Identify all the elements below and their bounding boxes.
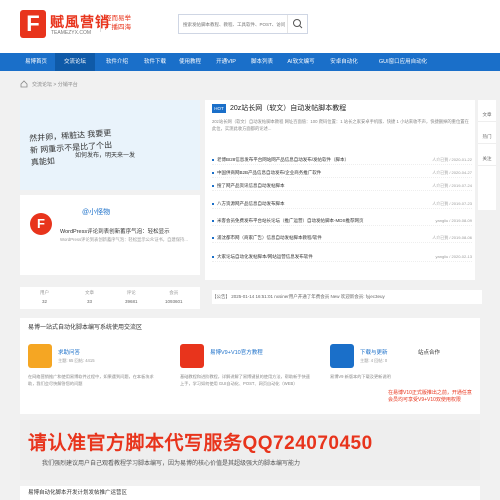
list-item[interactable]: 浦沈都市网（商家广告）信息自动发帖脚本教程/软件 人介已到 / 2019-08-0… xyxy=(212,232,472,243)
hot-badge: HOT xyxy=(212,104,226,113)
side-item-hot[interactable]: 热门 xyxy=(478,122,496,144)
author-avatar: F xyxy=(30,213,52,235)
site-stats: 用户 32 文章 33 评论 39681 会员 1093601 xyxy=(20,287,200,309)
forum-card-help[interactable]: 求助问答 主题: 65 回帖: 4415 在网络营销推广和使用易博软件过程中，如… xyxy=(28,344,158,408)
search-input[interactable] xyxy=(179,15,289,33)
list-item-title: 八方资源网产品信息自动发布脚本 xyxy=(217,201,285,206)
search-icon xyxy=(293,19,303,29)
card-title[interactable]: 下载与更新 xyxy=(360,348,388,356)
card-title[interactable]: 求助问答 xyxy=(58,348,80,356)
section-title: 易博一站式自动化脚本编写系统使用交流区 xyxy=(28,325,143,331)
search-button[interactable] xyxy=(287,15,307,33)
nav-scripts[interactable]: 脚本列表 xyxy=(244,53,280,71)
card-meta: 主题: 65 回帖: 4415 xyxy=(58,358,95,363)
service-banner[interactable]: 请认准官方脚本代写服务QQ724070450 我们强烈建议用户自己观看教程学习脚… xyxy=(20,420,480,480)
list-item-title: 浦沈都市网（商家广告）信息自动发帖脚本教程/软件 xyxy=(217,235,322,240)
forum-section: 易博一站式自动化脚本编写系统使用交流区 求助问答 主题: 65 回帖: 4415… xyxy=(20,318,480,414)
author-name[interactable]: @小怪物 xyxy=(82,207,110,217)
article-card[interactable]: F @小怪物 WordPress评论到表创新蓄序气泡：轻松显示 WordPres… xyxy=(20,195,200,275)
forum-card-tutorial[interactable]: 易博V9+V10官方教程 基础教程和进阶教程，详解讲解了易博键鼠的使用方法，帮助… xyxy=(180,344,310,408)
list-item-title: 大家论坛自动化发帖脚本/网站运营信息发布软件 xyxy=(217,254,313,259)
card-text: 基础教程和进阶教程，详解讲解了易博键鼠的使用方法，帮助新手快速上手，学习如何使用… xyxy=(180,374,310,386)
search-box xyxy=(178,14,308,34)
home-icon[interactable] xyxy=(20,80,28,88)
notice-bar: 【公告】 2025-01-14 16:51:01 nxsiner用户开通了年费会… xyxy=(212,290,482,304)
site-logo[interactable]: F 赋風营销 TEAMEZYX.COM 轻而易举 广播四海 xyxy=(20,10,160,40)
hot-headline[interactable]: 20z站长网（软文）自动发帖脚本教程 xyxy=(230,103,346,113)
list-item-date: 人介已到 / 2020-04-27 xyxy=(432,170,472,175)
main-nav: 易博首页 交流论坛 软件介绍 软件下载 使用教程 开通VIP 脚本列表 AI软文… xyxy=(0,53,500,71)
nav-ai-writing[interactable]: AI软文编写 xyxy=(280,53,322,71)
site-header: F 赋風营销 TEAMEZYX.COM 轻而易举 广播四海 xyxy=(0,0,500,53)
help-icon xyxy=(28,344,52,368)
hot-description: 20z站长网（软文）自动发帖脚本教程 网址百面值：100 爬码位置：1 站长之家… xyxy=(212,119,469,131)
list-item-date: yangliu / 2020-02-13 xyxy=(435,254,472,259)
nav-gui[interactable]: GUI窗口应用自动化 xyxy=(366,53,440,71)
site-partner-label: 站点合作 xyxy=(418,350,441,356)
slogan-line-1: 轻而易举 xyxy=(105,15,131,22)
stat-comments: 评论 39681 xyxy=(125,290,138,304)
slogan-line-2: 广播四海 xyxy=(105,24,131,31)
stat-articles: 文章 33 xyxy=(85,290,94,304)
breadcrumb[interactable]: 交流论坛 > 分销平台 xyxy=(32,81,78,88)
card-title[interactable]: 易博V9+V10官方教程 xyxy=(210,348,263,356)
logo-domain: TEAMEZYX.COM xyxy=(51,30,92,36)
side-toolbar: 文章 热门 关注 xyxy=(478,100,496,210)
monitor-icon xyxy=(180,344,204,368)
nav-vip[interactable]: 开通VIP xyxy=(208,53,244,71)
list-item[interactable]: 八方资源网产品信息自动发布脚本 人介已到 / 2019-07-23 xyxy=(212,198,472,209)
list-item[interactable]: 米客会员免费发布平台站长论坛（推广运营）自动发帖脚本-MDS推荐网页 yangli… xyxy=(212,215,472,226)
article-excerpt: WordPress评论到表创新蓄序气泡：轻松显示公众证书，自建保持... xyxy=(60,237,188,242)
list-item[interactable]: 老博BI28信息发布平台网站网产品信息自动发布/发帖软件（脚本） 人介已到 / 2… xyxy=(212,154,472,165)
side-item-follow[interactable]: 关注 xyxy=(478,144,496,166)
stat-users: 用户 32 xyxy=(40,290,49,304)
article-title[interactable]: WordPress评论到表创新蓄序气泡：轻松显示 xyxy=(60,227,170,235)
side-item-articles[interactable]: 文章 xyxy=(478,100,496,122)
download-icon xyxy=(330,344,354,368)
list-item-date: yangliu / 2019-08-09 xyxy=(435,218,472,223)
nav-tutorial[interactable]: 使用教程 xyxy=(172,53,208,71)
stat-members: 会员 1093601 xyxy=(165,290,183,304)
banner-headline: 请认准官方脚本代写服务QQ724070450 xyxy=(28,433,373,454)
logo-mark: F xyxy=(20,10,46,38)
nav-software-intro[interactable]: 软件介绍 xyxy=(98,53,136,71)
nav-forum[interactable]: 交流论坛 xyxy=(55,53,95,71)
promo-handwriting: 然并卵，稀脏达 我要更新 网重示不是比了个出真能如 xyxy=(28,128,113,168)
bottom-section-title[interactable]: 易博自动化脚本开发计划发帖推广运营区 xyxy=(20,486,480,500)
promo-image[interactable]: 然并卵，稀脏达 我要更新 网重示不是比了个出真能如 如何发布，明天来一发 xyxy=(20,100,200,190)
list-item[interactable]: 大家论坛自动化发帖脚本/网站运营信息发布软件 yangliu / 2020-02-… xyxy=(212,251,472,262)
list-item-title: 中国供商网B2B产品信息自动发布/企业商务推广软件 xyxy=(217,170,322,175)
card-meta: 主题: 4 回帖: 0 xyxy=(360,358,388,363)
list-item-title: 老博BI28信息发布平台网站网产品信息自动发布/发帖软件（脚本） xyxy=(217,157,350,162)
list-item-title: 米客会员免费发布平台站长论坛（推广运营）自动发帖脚本-MDS推荐网页 xyxy=(217,218,364,223)
banner-subtext: 我们强烈建议用户自己观看教程学习脚本编写，因为易博的核心价值是其超级强大的脚本编… xyxy=(42,461,301,467)
list-item-date: 人介已到 / 2020-01-22 xyxy=(432,157,472,162)
nav-download[interactable]: 软件下载 xyxy=(136,53,174,71)
list-item-date: 人介已到 / 2019-08-06 xyxy=(432,235,472,240)
list-item[interactable]: 搜了网产品资讯信息自动发帖脚本 人介已到 / 2019-07-24 xyxy=(212,180,472,191)
promo-subtext: 如何发布，明天来一发 xyxy=(75,153,136,159)
list-item-date: 人介已到 / 2019-07-23 xyxy=(432,201,472,206)
list-item[interactable]: 中国供商网B2B产品信息自动发布/企业商务推广软件 人介已到 / 2020-04-… xyxy=(212,167,472,178)
vip-promo[interactable]: 在易博V10正式版推出之前，开通任意会员均可享受V9+V10双使用权限 xyxy=(388,390,476,404)
nav-home[interactable]: 易博首页 xyxy=(20,53,52,71)
list-item-title: 搜了网产品资讯信息自动发帖脚本 xyxy=(217,183,285,188)
logo-slogan: 轻而易举 广播四海 xyxy=(100,14,131,32)
card-text: 在网络营销推广和使用易博软件过程中，如果遇到问题，在本板块求助，我们会尽快解答您… xyxy=(28,374,154,386)
card-text: 易博V9 新版本的下载及更新说明 xyxy=(330,374,391,379)
breadcrumb-bar: 交流论坛 > 分销平台 xyxy=(0,71,500,99)
list-item-date: 人介已到 / 2019-07-24 xyxy=(432,183,472,188)
nav-android[interactable]: 安卓自动化 xyxy=(322,53,366,71)
